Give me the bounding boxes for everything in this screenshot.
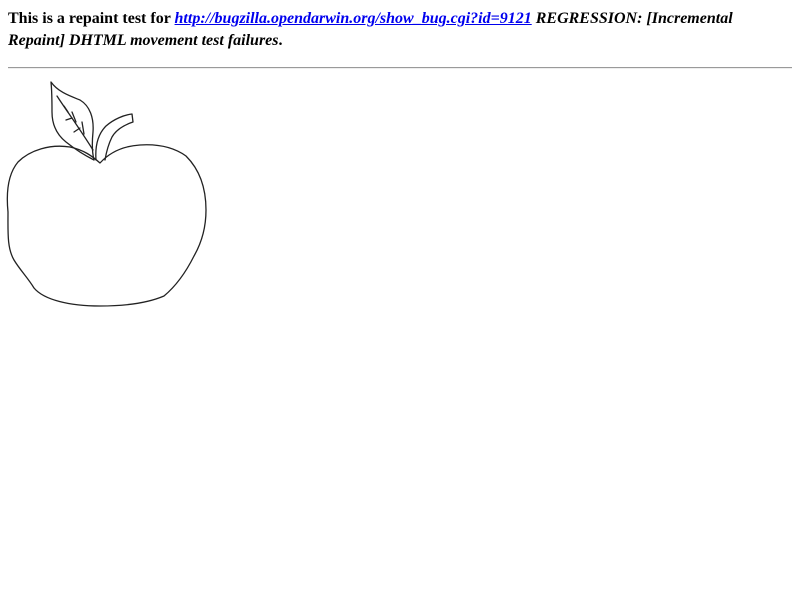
apple-leaf — [50, 81, 95, 161]
horizontal-rule — [8, 67, 792, 69]
apple-image — [6, 81, 207, 307]
intro-text: This is a repaint test for http://bugzil… — [8, 8, 792, 52]
intro-period: . — [278, 32, 283, 49]
intro-prefix: This is a repaint test for — [8, 10, 175, 27]
leaf-vein-branch — [73, 127, 81, 133]
leaf-vein-branch — [65, 117, 73, 121]
leaf-vein — [56, 95, 94, 151]
leaf-vein-branch — [81, 121, 85, 135]
bug-link[interactable]: http://bugzilla.opendarwin.org/show_bug.… — [175, 10, 532, 27]
leaf-vein-branch — [63, 105, 69, 113]
apple-body — [6, 144, 207, 307]
apple-stem — [95, 113, 134, 161]
